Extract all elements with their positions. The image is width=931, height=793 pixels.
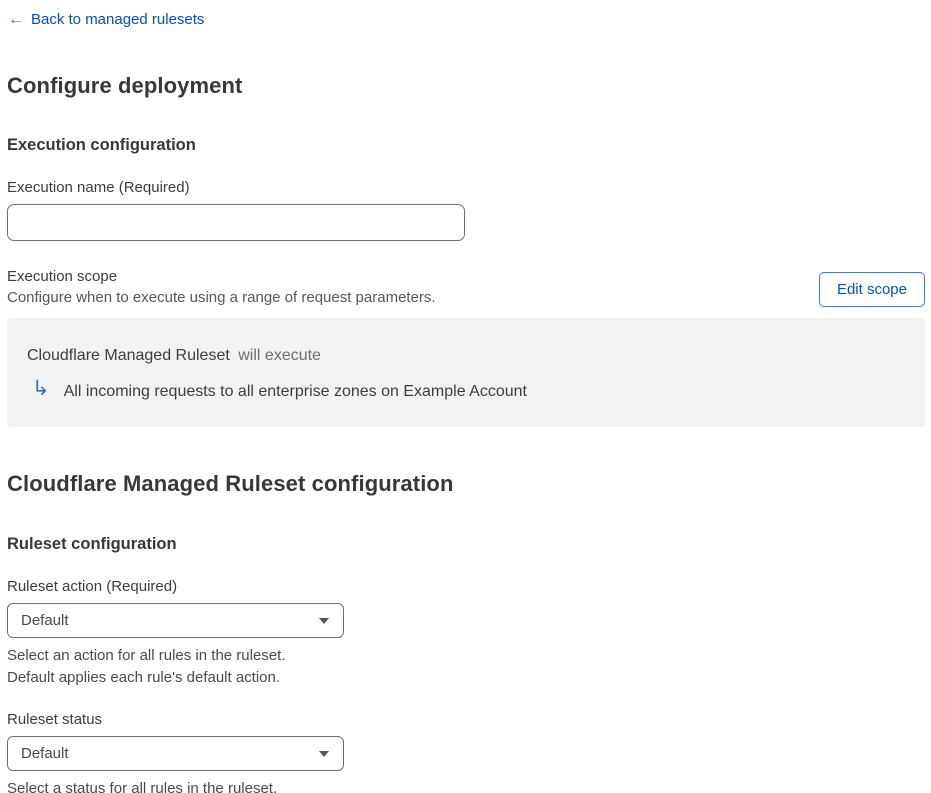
chevron-down-icon [319, 617, 329, 624]
ruleset-status-label: Ruleset status [7, 711, 103, 728]
ruleset-configuration-heading: Ruleset configuration [7, 535, 177, 553]
execution-scope-description: Configure when to execute using a range … [7, 289, 436, 306]
execution-scope-text: Execution scope Configure when to execut… [7, 266, 436, 308]
ruleset-action-selected-value: Default [21, 612, 69, 629]
back-link-label: Back to managed rulesets [31, 11, 205, 28]
back-to-managed-rulesets-link[interactable]: ← Back to managed rulesets [8, 10, 204, 30]
ruleset-action-select[interactable]: Default [7, 603, 344, 638]
ruleset-status-selected-value: Default [21, 745, 69, 762]
ruleset-status-select[interactable]: Default [7, 736, 344, 771]
scope-summary-headline: Cloudflare Managed Ruleset will execute [27, 346, 905, 366]
page-title: Configure deployment [7, 73, 243, 98]
ruleset-configuration-title: Cloudflare Managed Ruleset configuration [7, 471, 454, 496]
execution-scope-label: Execution scope [7, 268, 118, 285]
scope-summary-detail: All incoming requests to all enterprise … [63, 383, 527, 400]
ruleset-action-help-line1: Select an action for all rules in the ru… [7, 647, 286, 664]
scope-summary-detail-row: ↳ All incoming requests to all enterpris… [32, 377, 905, 403]
edit-scope-button[interactable]: Edit scope [818, 272, 925, 307]
back-arrow-icon: ← [8, 11, 24, 28]
ruleset-action-help-line2: Default applies each rule's default acti… [7, 669, 281, 686]
execution-name-label: Execution name (Required) [7, 179, 190, 196]
scope-ruleset-name: Cloudflare Managed Ruleset [27, 347, 230, 364]
ruleset-status-help-line1: Select a status for all rules in the rul… [7, 780, 278, 793]
scope-summary-panel: Cloudflare Managed Ruleset will execute … [7, 318, 925, 427]
execution-configuration-heading: Execution configuration [7, 136, 196, 154]
execution-scope-row: Execution scope Configure when to execut… [7, 266, 925, 308]
execution-name-input[interactable] [7, 204, 465, 241]
configure-deployment-page: ← Back to managed rulesets Configure dep… [0, 0, 931, 793]
ruleset-action-label: Ruleset action (Required) [7, 578, 178, 595]
chevron-down-icon [319, 750, 329, 757]
branch-arrow-icon: ↳ [32, 377, 50, 400]
scope-will-execute-text: will execute [238, 347, 321, 364]
